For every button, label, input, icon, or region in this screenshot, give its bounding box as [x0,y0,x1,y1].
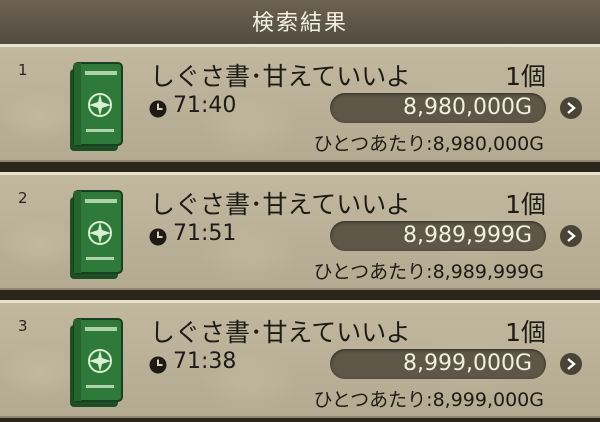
green-book-icon [70,318,123,407]
price-box: 8,980,000G [330,93,546,123]
item-name: しぐさ書･甘えていいよ [150,318,411,347]
item-name: しぐさ書･甘えていいよ [150,190,411,219]
page-title: 検索結果 [251,11,348,36]
time-remaining: 71:51 [173,221,237,246]
clock-icon [149,228,167,246]
results-list: 1 しぐさ書･甘えていいよ 1個 71:40 8,980,000G ひとつあたり… [0,44,600,422]
chevron-right-icon [567,102,576,114]
time-remaining: 71:38 [173,349,237,374]
green-book-icon [70,190,123,279]
clock-icon [149,356,167,374]
result-row-1[interactable]: 1 しぐさ書･甘えていいよ 1個 71:40 8,980,000G ひとつあたり… [0,44,600,162]
time-remaining: 71:40 [173,93,237,118]
detail-button[interactable] [560,97,582,119]
item-quantity: 1個 [505,62,546,91]
unit-price: ひとつあたり:8,989,999G [313,261,545,283]
row-index: 3 [18,317,28,335]
chevron-right-icon [567,358,576,370]
chevron-right-icon [567,230,576,242]
price-box: 8,989,999G [330,221,546,251]
green-book-icon [70,62,123,151]
item-name: しぐさ書･甘えていいよ [150,62,411,91]
unit-price: ひとつあたり:8,980,000G [313,133,545,155]
detail-button[interactable] [560,225,582,247]
row-index: 2 [18,189,28,207]
detail-button[interactable] [560,353,582,375]
header-bar: 検索結果 [0,0,600,44]
price-box: 8,999,000G [330,349,546,379]
clock-icon [149,100,167,118]
result-row-2[interactable]: 2 しぐさ書･甘えていいよ 1個 71:51 8,989,999G ひとつあたり… [0,172,600,290]
row-index: 1 [18,61,28,79]
unit-price: ひとつあたり:8,999,000G [313,389,545,411]
result-row-3[interactable]: 3 しぐさ書･甘えていいよ 1個 71:38 8,999,000G ひとつあたり… [0,300,600,418]
total-price: 8,989,999G [402,223,532,248]
total-price: 8,980,000G [402,95,532,120]
item-quantity: 1個 [505,318,546,347]
total-price: 8,999,000G [402,351,532,376]
item-quantity: 1個 [505,190,546,219]
